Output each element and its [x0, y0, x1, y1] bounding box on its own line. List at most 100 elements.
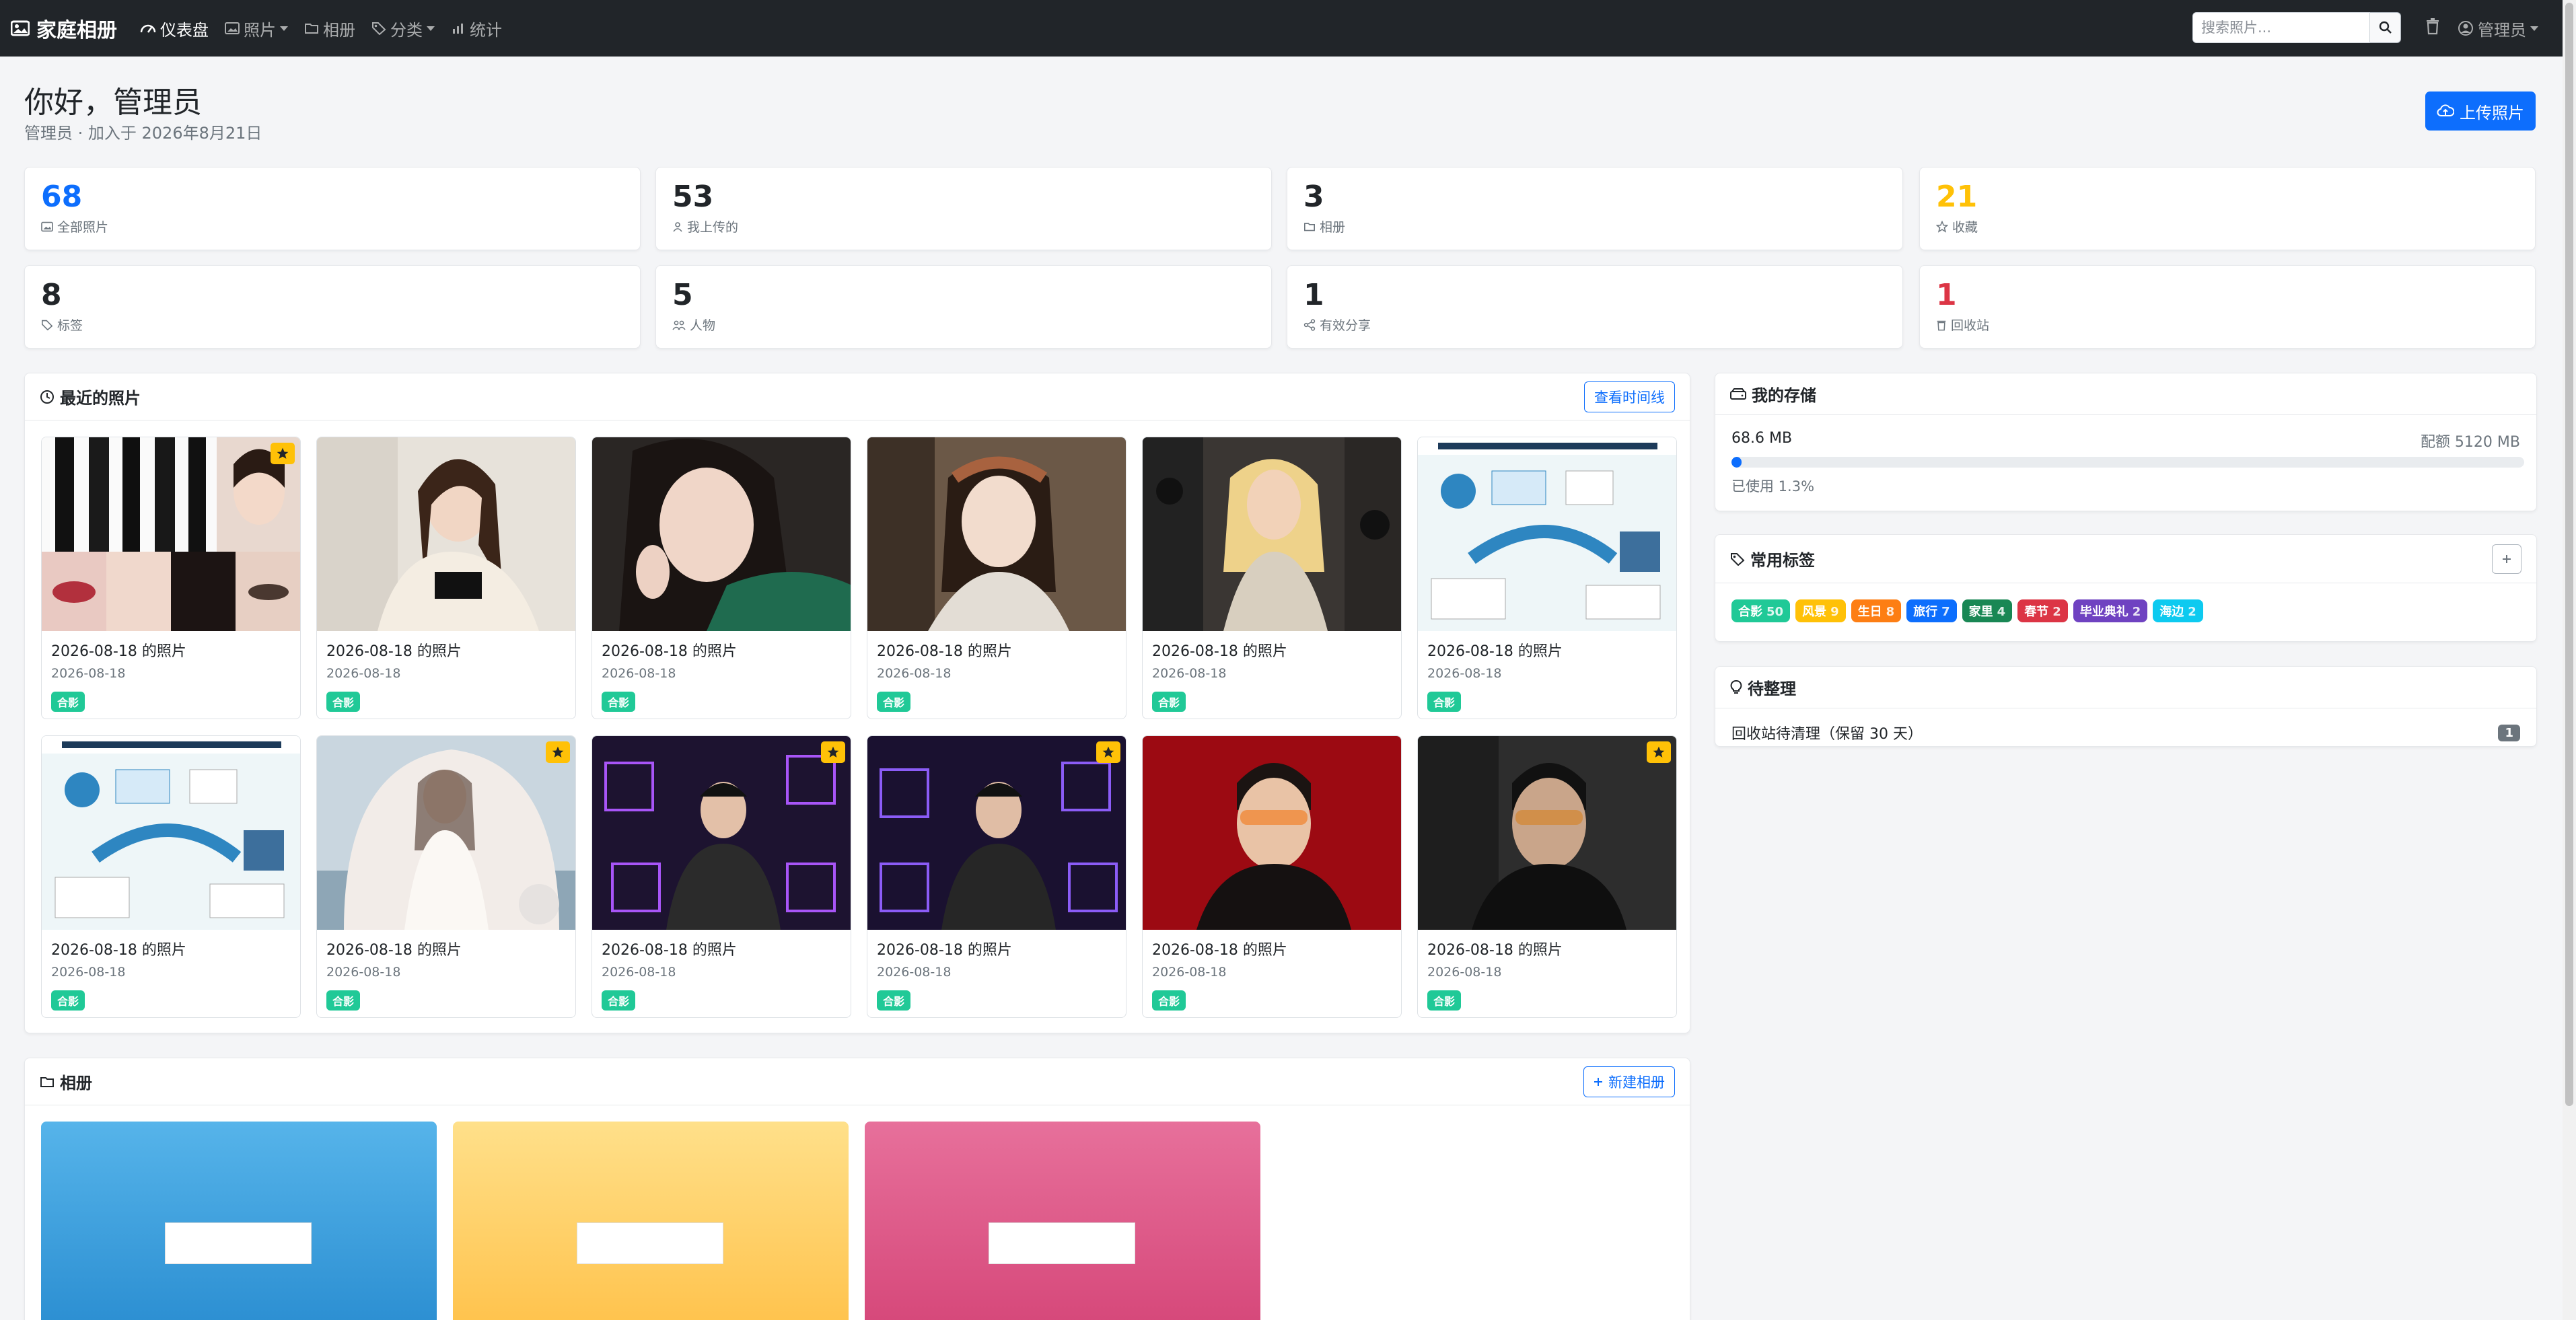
photo-title: 2026-08-18 的照片	[1152, 942, 1287, 959]
search-input[interactable]	[2192, 12, 2370, 43]
albums-card: 相册 新建相册	[24, 1058, 1690, 1320]
photo-tag[interactable]: 合影	[877, 692, 911, 712]
photo-card[interactable]: 2026-08-18 的照片 2026-08-18 合影	[867, 437, 1126, 719]
nav-albums-label: 相册	[323, 20, 355, 40]
tag-pill[interactable]: 旅行 7	[1906, 599, 1957, 622]
photo-thumbnail[interactable]	[1418, 736, 1676, 930]
photo-card[interactable]: 2026-08-18 的照片 2026-08-18 合影	[1142, 735, 1402, 1018]
photo-tag[interactable]: 合影	[326, 990, 361, 1011]
tag-pill[interactable]: 合影 50	[1731, 599, 1791, 622]
stat-card-favorites[interactable]: 21 收藏	[1919, 167, 2536, 250]
photo-card[interactable]: 2026-08-18 的照片 2026-08-18 合影	[867, 735, 1126, 1018]
stat-label-text: 回收站	[1951, 318, 1990, 333]
tag-icon	[371, 22, 386, 35]
tag-pill[interactable]: 风景 9	[1795, 599, 1846, 622]
storage-progress-fill	[1731, 457, 1742, 468]
photo-card[interactable]: 2026-08-18 的照片 2026-08-18 合影	[316, 437, 576, 719]
tag-pill[interactable]: 毕业典礼 2	[2073, 599, 2148, 622]
photo-thumbnail[interactable]	[1143, 736, 1401, 930]
tag-pill[interactable]: 家里 4	[1962, 599, 2013, 622]
tag-pill[interactable]: 生日 8	[1851, 599, 1902, 622]
photo-card[interactable]: 2026-08-18 的照片 2026-08-18 合影	[592, 437, 851, 719]
tag-icon	[41, 320, 53, 330]
photo-title: 2026-08-18 的照片	[326, 942, 462, 959]
brand-link[interactable]: 家庭相册	[11, 13, 117, 43]
photo-tag[interactable]: 合影	[326, 692, 361, 712]
photo-thumbnail[interactable]	[42, 437, 300, 631]
tag-pill[interactable]: 海边 2	[2153, 599, 2203, 622]
photo-title: 2026-08-18 的照片	[877, 643, 1012, 660]
stat-card-my-uploads[interactable]: 53 我上传的	[655, 167, 1272, 250]
stat-value: 68	[41, 180, 83, 214]
photo-card[interactable]: 2026-08-18 的照片 2026-08-18 合影	[592, 735, 851, 1018]
new-album-button[interactable]: 新建相册	[1583, 1066, 1675, 1097]
search-button[interactable]	[2370, 12, 2401, 43]
photo-title: 2026-08-18 的照片	[1427, 942, 1563, 959]
photo-date: 2026-08-18	[51, 965, 126, 980]
dashboard-icon	[140, 22, 156, 35]
stat-value: 1	[1936, 278, 1957, 312]
common-tags-header: 常用标签	[1715, 535, 2536, 583]
stat-card-active-shares[interactable]: 1 有效分享	[1287, 265, 1903, 349]
photo-title: 2026-08-18 的照片	[1152, 643, 1287, 660]
stat-card-tags[interactable]: 8 标签	[24, 265, 641, 349]
photo-thumbnail[interactable]	[867, 736, 1126, 930]
todo-item[interactable]: 回收站待清理（保留 30 天） 1	[1731, 715, 2520, 746]
photo-date: 2026-08-18	[1427, 666, 1502, 681]
photo-thumbnail[interactable]	[592, 736, 851, 930]
bar-chart-icon	[451, 22, 466, 35]
photo-card[interactable]: 2026-08-18 的照片 2026-08-18 合影	[41, 735, 301, 1018]
nav-dashboard[interactable]: 仪表盘	[140, 17, 209, 40]
photo-tag[interactable]: 合影	[602, 692, 636, 712]
photo-tag[interactable]: 合影	[1427, 692, 1462, 712]
stat-card-all-photos[interactable]: 68 全部照片	[24, 167, 641, 250]
upload-photo-button[interactable]: 上传照片	[2425, 91, 2536, 131]
photo-tag[interactable]: 合影	[51, 692, 85, 712]
photo-thumbnail[interactable]	[317, 736, 575, 930]
photo-tag[interactable]: 合影	[602, 990, 636, 1011]
photo-tag[interactable]: 合影	[1427, 990, 1462, 1011]
album-cover[interactable]	[41, 1122, 437, 1320]
favorite-badge	[821, 741, 845, 763]
photo-thumbnail[interactable]	[1418, 437, 1676, 631]
photo-thumbnail[interactable]	[592, 437, 851, 631]
photo-date: 2026-08-18	[602, 666, 676, 681]
photo-card[interactable]: 2026-08-18 的照片 2026-08-18 合影	[41, 437, 301, 719]
photo-card[interactable]: 2026-08-18 的照片 2026-08-18 合影	[316, 735, 576, 1018]
page-scrollbar[interactable]	[2563, 0, 2576, 1320]
photo-tag[interactable]: 合影	[877, 990, 911, 1011]
photo-card[interactable]: 2026-08-18 的照片 2026-08-18 合影	[1417, 735, 1677, 1018]
lightbulb-icon	[1730, 680, 1742, 695]
nav-statistics[interactable]: 统计	[451, 17, 502, 40]
photo-tag[interactable]: 合影	[51, 990, 85, 1011]
stat-label-text: 全部照片	[57, 220, 109, 235]
tag-pill[interactable]: 春节 2	[2017, 599, 2068, 622]
tag-count: 2	[2052, 605, 2061, 619]
view-timeline-button[interactable]: 查看时间线	[1584, 381, 1675, 412]
nav-albums[interactable]: 相册	[304, 17, 355, 40]
album-cover[interactable]	[865, 1122, 1260, 1320]
nav-photos[interactable]: 照片	[225, 17, 288, 40]
tag-name: 春节	[2024, 605, 2049, 619]
stat-card-albums[interactable]: 3 相册	[1287, 167, 1903, 250]
photo-thumbnail[interactable]	[1143, 437, 1401, 631]
photo-card[interactable]: 2026-08-18 的照片 2026-08-18 合影	[1142, 437, 1402, 719]
photo-tag[interactable]: 合影	[1152, 692, 1186, 712]
stat-card-trash[interactable]: 1 回收站	[1919, 265, 2536, 349]
photo-thumbnail[interactable]	[317, 437, 575, 631]
photo-thumbnail[interactable]	[867, 437, 1126, 631]
top-navbar: 家庭相册 仪表盘 照片 相册 分类 统计 管理员	[0, 0, 2563, 57]
nav-categories[interactable]: 分类	[371, 17, 435, 40]
photo-card[interactable]: 2026-08-18 的照片 2026-08-18 合影	[1417, 437, 1677, 719]
add-tag-button[interactable]	[2492, 544, 2521, 574]
photo-date: 2026-08-18	[1152, 965, 1227, 980]
user-menu[interactable]: 管理员	[2458, 13, 2538, 43]
stat-label: 我上传的	[672, 217, 738, 235]
scrollbar-thumb[interactable]	[2565, 3, 2573, 1106]
nav-trash-button[interactable]	[2425, 17, 2440, 35]
photo-tag[interactable]: 合影	[1152, 990, 1186, 1011]
stat-label: 有效分享	[1303, 316, 1371, 334]
photo-thumbnail[interactable]	[42, 736, 300, 930]
stat-card-people[interactable]: 5 人物	[655, 265, 1272, 349]
album-cover[interactable]	[453, 1122, 849, 1320]
